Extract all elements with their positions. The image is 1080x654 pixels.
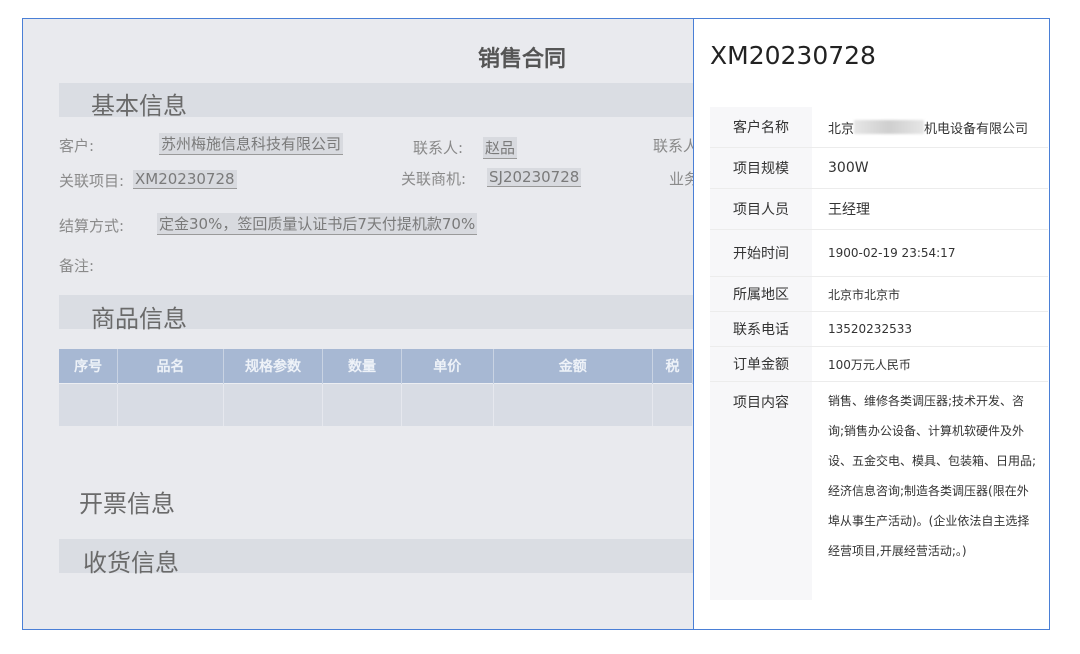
contact-link[interactable]: 赵品 <box>483 137 518 159</box>
detail-key: 项目规模 <box>710 148 812 188</box>
settlement-value[interactable]: 定金30%，签回质量认证书后7天付提机款70% <box>157 213 478 235</box>
col-spec: 规格参数 <box>223 349 324 384</box>
detail-value: 销售、维修各类调压器;技术开发、咨询;销售办公设备、计算机软硬件及外设、五金交电… <box>828 394 1037 558</box>
goods-table: 序号 品名 规格参数 数量 单价 金额 税 <box>59 349 693 426</box>
col-price: 单价 <box>401 349 494 384</box>
detail-row-start-time: 开始时间 1900-02-19 23:54:17 <box>710 230 1048 277</box>
detail-row-customer: 客户名称 北京 机电设备有限公司 <box>710 107 1048 148</box>
detail-row-staff: 项目人员 王经理 <box>710 189 1048 230</box>
settlement-label: 结算方式: <box>59 217 125 235</box>
detail-value: 北京 机电设备有限公司 <box>828 120 1029 137</box>
business-label: 业务 <box>669 170 693 188</box>
detail-value: 13520232533 <box>828 322 912 336</box>
detail-key: 项目内容 <box>710 382 812 600</box>
col-amount: 金额 <box>493 349 653 384</box>
customer-label: 客户: <box>59 137 95 155</box>
detail-row-region: 所属地区 北京市北京市 <box>710 277 1048 312</box>
detail-value: 100万元人民币 <box>828 357 911 372</box>
customer-link[interactable]: 苏州梅施信息科技有限公司 <box>159 133 344 155</box>
goods-table-header: 序号 品名 规格参数 数量 单价 金额 税 <box>59 349 693 384</box>
contact-label: 联系人: <box>413 139 464 157</box>
col-name: 品名 <box>117 349 224 384</box>
remark-label: 备注: <box>59 257 95 275</box>
col-qty: 数量 <box>322 349 402 384</box>
detail-key: 项目人员 <box>710 189 812 229</box>
invoice-info-heading: 开票信息 <box>79 490 175 518</box>
detail-value: 王经理 <box>828 202 870 218</box>
contract-title: 销售合同 <box>478 47 567 72</box>
detail-value: 北京市北京市 <box>828 287 901 302</box>
opportunity-label: 关联商机: <box>401 170 467 188</box>
screen-frame: 销售合同 基本信息 客户: 苏州梅施信息科技有限公司 联系人: 赵品 联系人 关… <box>22 18 1050 630</box>
detail-row-phone: 联系电话 13520232533 <box>710 312 1048 347</box>
detail-row-scale: 项目规模 300W <box>710 148 1048 189</box>
col-tax: 税 <box>652 349 693 384</box>
detail-key: 联系电话 <box>710 312 812 346</box>
project-label: 关联项目: <box>59 172 125 190</box>
basic-info-heading: 基本信息 <box>91 92 187 120</box>
col-index: 序号 <box>59 349 119 384</box>
detail-key: 开始时间 <box>710 230 812 276</box>
panel-title: XM20230728 <box>710 41 876 70</box>
contact-phone-label: 联系人 <box>653 137 693 155</box>
goods-info-heading: 商品信息 <box>91 305 187 333</box>
receipt-info-heading: 收货信息 <box>83 549 179 577</box>
detail-key: 订单金额 <box>710 347 812 381</box>
detail-value: 1900-02-19 23:54:17 <box>828 246 956 260</box>
detail-row-content: 项目内容 销售、维修各类调压器;技术开发、咨询;销售办公设备、计算机软硬件及外设… <box>710 382 1048 600</box>
detail-row-order-amount: 订单金额 100万元人民币 <box>710 347 1048 382</box>
table-row <box>59 383 693 426</box>
contract-form: 销售合同 基本信息 客户: 苏州梅施信息科技有限公司 联系人: 赵品 联系人 关… <box>23 19 693 629</box>
detail-value: 300W <box>828 160 869 176</box>
redacted-mask <box>854 120 925 134</box>
detail-key: 所属地区 <box>710 277 812 311</box>
project-link[interactable]: XM20230728 <box>133 170 237 189</box>
project-detail-panel: XM20230728 客户名称 北京 机电设备有限公司 项目规模 300W 项目人… <box>693 19 1049 629</box>
project-detail-list: 客户名称 北京 机电设备有限公司 项目规模 300W 项目人员 王经理 开始时间 … <box>710 107 1048 600</box>
opportunity-link[interactable]: SJ20230728 <box>487 168 582 187</box>
detail-key: 客户名称 <box>710 107 812 147</box>
